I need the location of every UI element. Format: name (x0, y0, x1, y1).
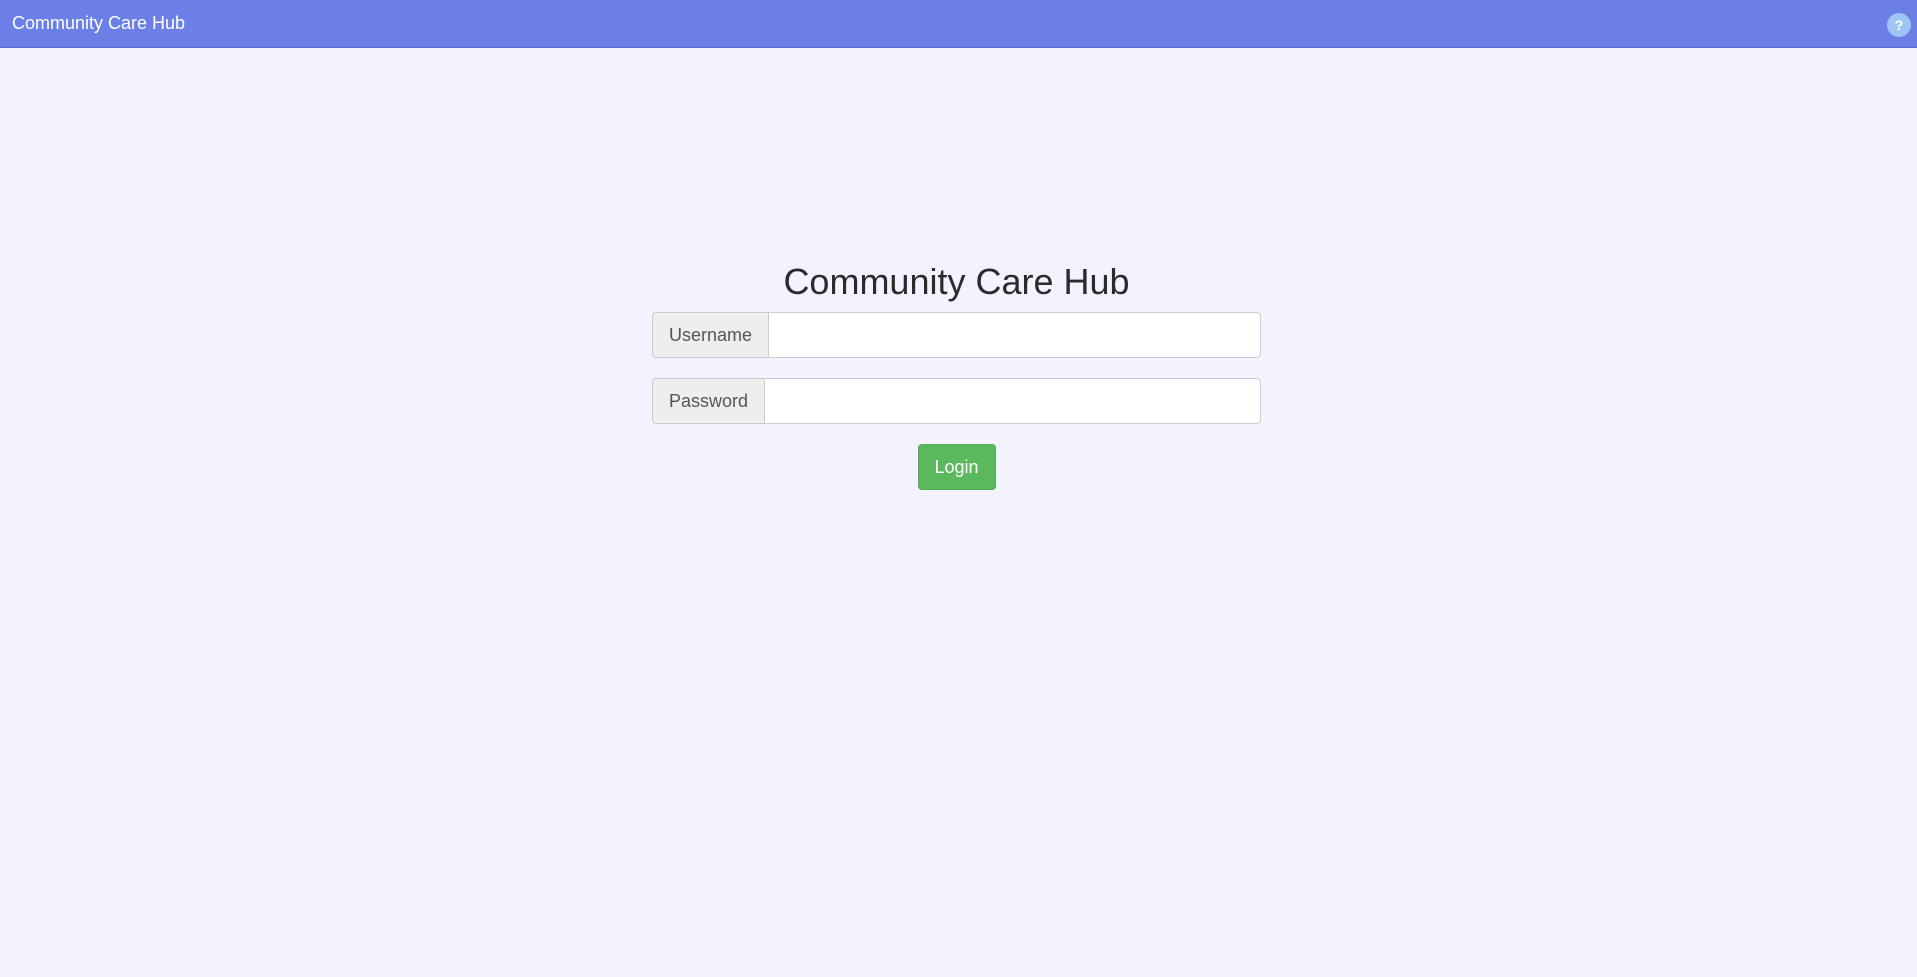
username-group: Username (652, 312, 1261, 358)
brand-link[interactable]: Community Care Hub (12, 13, 185, 33)
page-title: Community Care Hub (783, 261, 1130, 302)
login-button[interactable]: Login (917, 444, 996, 490)
username-field[interactable] (768, 312, 1261, 358)
top-navbar: Community Care Hub ? (0, 0, 1917, 48)
username-label: Username (652, 312, 769, 358)
help-icon[interactable]: ? (1887, 13, 1911, 37)
password-field[interactable] (764, 378, 1261, 424)
login-form: Community Care Hub Username Password Log… (652, 258, 1261, 490)
submit-row: Login (652, 444, 1261, 490)
password-group: Password (652, 378, 1261, 424)
password-label: Password (652, 378, 765, 424)
